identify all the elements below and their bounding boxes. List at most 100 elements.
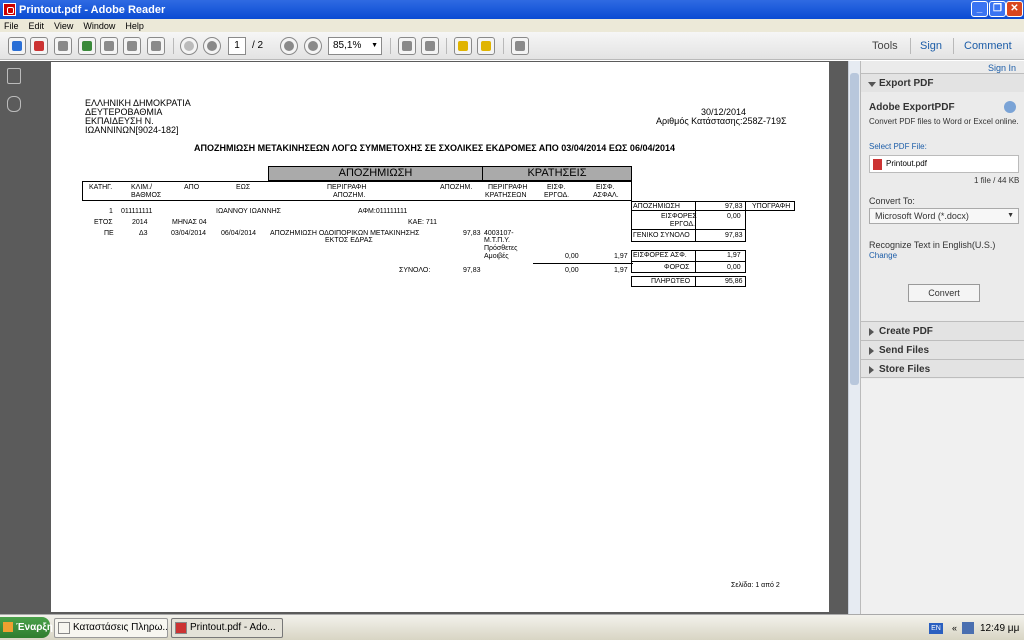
tab-comment[interactable]: Comment	[964, 40, 1012, 52]
app-icon	[58, 622, 70, 634]
maximize-button[interactable]: ❐	[989, 1, 1006, 17]
fit-page-icon[interactable]	[421, 37, 439, 55]
menu-file[interactable]: File	[4, 21, 19, 31]
zoom-out-icon[interactable]	[280, 37, 298, 55]
tray-expand-icon[interactable]: «	[952, 623, 957, 633]
col-klim: ΚΛΙΜ./	[131, 184, 153, 191]
format-select[interactable]: Microsoft Word (*.docx) ▼	[869, 208, 1019, 224]
col-apo: ΑΠΟ	[184, 184, 200, 191]
sign-in-link[interactable]: Sign In	[988, 63, 1016, 73]
comment-icon[interactable]	[454, 37, 472, 55]
synolo-ergod: 0,00	[565, 267, 579, 274]
tools-pane: Sign In Export PDF Adobe ExportPDF Conve…	[860, 61, 1024, 614]
col-perigrafi: ΠΕΡΙΓΡΑΦΗ	[327, 184, 367, 191]
file-count: 1 file / 44 KB	[974, 176, 1020, 185]
menu-edit[interactable]: Edit	[29, 21, 45, 31]
close-button[interactable]: ✕	[1006, 1, 1023, 17]
convert-button[interactable]: Convert	[908, 284, 980, 302]
col-eisf-asfal: ΕΙΣΦ.	[596, 184, 615, 191]
doc-ref: Αριθμός Κατάστασης:258Ζ-719Σ	[656, 116, 787, 126]
eisfores-asf-label: ΕΙΣΦΟΡΕΣ ΑΣΦ.	[633, 252, 687, 259]
col-perigrafi-krat: ΠΕΡΙΓΡΑΦΗ	[488, 184, 528, 191]
col-vathmos: ΒΑΘΜΟΣ	[131, 192, 162, 199]
synolo-asfal: 1,97	[614, 267, 628, 274]
header-kratiseis: ΚΡΑΤΗΣΕΙΣ	[482, 166, 632, 181]
foros-value: 0,00	[727, 264, 741, 271]
tab-tools[interactable]: Tools	[872, 40, 898, 52]
pdf-page: ΕΛΛΗΝΙΚΗ ΔΗΜΟΚΡΑΤΙΑ ΔΕΥΤΕΡΟΒΑΘΜΙΑ ΕΚΠΑΙΔ…	[51, 62, 829, 612]
network-icon[interactable]	[962, 622, 974, 634]
pliroteo-value: 95,86	[725, 278, 743, 285]
taskbar-item-katastaseis[interactable]: Καταστάσεις Πληρω...	[54, 618, 168, 638]
attachments-icon[interactable]	[7, 96, 21, 112]
col-asfal: ΑΣΦΑΛ.	[593, 192, 619, 199]
row-amount: 97,83	[463, 230, 481, 237]
navigation-pane	[0, 61, 30, 614]
info-icon[interactable]	[1004, 101, 1016, 113]
summary-apozimiosi-value: 97,83	[725, 203, 743, 210]
export-pdf-section[interactable]: Export PDF	[861, 73, 1024, 92]
save-icon[interactable]	[100, 37, 118, 55]
print-icon[interactable]	[123, 37, 141, 55]
tab-sign[interactable]: Sign	[920, 40, 942, 52]
row-vathmos: Δ3	[139, 230, 148, 237]
col-eisf-ergod: ΕΙΣΦ.	[547, 184, 566, 191]
create-pdf-icon[interactable]	[8, 37, 26, 55]
row-kae: ΚΑΕ: 711	[408, 219, 438, 226]
page-footer: Σελίδα: 1 από 2	[731, 582, 780, 589]
selected-file-box[interactable]: Printout.pdf	[869, 155, 1019, 173]
taskbar-item-printout[interactable]: Printout.pdf - Ado...	[171, 618, 283, 638]
chevron-down-icon: ▼	[1007, 212, 1014, 219]
row-asfal: 1,97	[614, 253, 628, 260]
previous-page-icon[interactable]	[180, 37, 198, 55]
menu-view[interactable]: View	[54, 21, 73, 31]
row-apo: 03/04/2014	[171, 230, 207, 237]
create-pdf-section[interactable]: Create PDF	[861, 321, 1024, 340]
page-number-input[interactable]: 1	[228, 37, 246, 55]
total-rule	[533, 263, 633, 264]
windows-icon	[3, 622, 13, 632]
zoom-select[interactable]: 85,1% ▼	[328, 37, 382, 55]
open-file-icon[interactable]	[30, 37, 48, 55]
synolo-value: 97,83	[463, 267, 481, 274]
select-file-label: Select PDF File:	[869, 142, 927, 151]
col-kat: ΚΑΤΗΓ.	[89, 184, 113, 191]
menu-help[interactable]: Help	[125, 21, 144, 31]
menu-window[interactable]: Window	[83, 21, 115, 31]
row-name: ΙΩΑΝΝΟΥ ΙΩΑΝΝΗΣ	[216, 208, 282, 215]
zoom-in-icon[interactable]	[304, 37, 322, 55]
highlight-icon[interactable]	[477, 37, 495, 55]
start-button[interactable]: Έναρξη	[0, 617, 53, 638]
vertical-scrollbar[interactable]	[848, 61, 860, 614]
row-desc-2: ΕΚΤΟΣ ΕΔΡΑΣ	[325, 237, 373, 244]
email-icon[interactable]	[147, 37, 165, 55]
change-link[interactable]: Change	[869, 251, 897, 260]
store-files-section[interactable]: Store Files	[861, 359, 1024, 378]
row-kat: ΠΕ	[104, 230, 114, 237]
row-etos: 2014	[132, 219, 148, 226]
language-indicator[interactable]: EN	[929, 623, 943, 634]
row-minas: ΜΗΝΑΣ 04	[172, 219, 207, 226]
org-line-4: ΙΩΑΝΝΙΝΩΝ[9024-182]	[85, 125, 179, 135]
chevron-down-icon: ▼	[371, 42, 378, 49]
upload-icon[interactable]	[78, 37, 96, 55]
title-bar: Printout.pdf - Adobe Reader _ ❐ ✕	[0, 0, 1024, 19]
minimize-button[interactable]: _	[971, 1, 988, 17]
col-kratiseon: ΚΡΑΤΗΣΕΩΝ	[485, 192, 527, 199]
col-eos: ΕΩΣ	[236, 184, 251, 191]
synolo-label: ΣΥΝΟΛΟ:	[399, 267, 431, 274]
send-files-section[interactable]: Send Files	[861, 340, 1024, 359]
summary-geniko-value: 97,83	[725, 232, 743, 239]
row-eos: 06/04/2014	[221, 230, 257, 237]
doc-title: ΑΠΟΖΗΜΙΩΣΗ ΜΕΤΑΚΙΝΗΣΕΩΝ ΛΟΓΩ ΣΥΜΜΕΤΟΧΗΣ …	[194, 143, 675, 153]
next-page-icon[interactable]	[203, 37, 221, 55]
convert-to-label: Convert To:	[869, 196, 915, 206]
pages-icon[interactable]	[7, 68, 21, 84]
fullscreen-icon[interactable]	[511, 37, 529, 55]
fit-width-icon[interactable]	[398, 37, 416, 55]
col-ergod: ΕΡΓΟΔ.	[544, 192, 570, 199]
edit-icon[interactable]	[54, 37, 72, 55]
summary-geniko-label: ΓΕΝΙΚΟ ΣΥΝΟΛΟ	[633, 232, 690, 239]
recognize-text-label: Recognize Text in English(U.S.)	[869, 240, 996, 250]
toolbar: 1 / 2 85,1% ▼ Tools Sign Comment	[0, 32, 1024, 60]
